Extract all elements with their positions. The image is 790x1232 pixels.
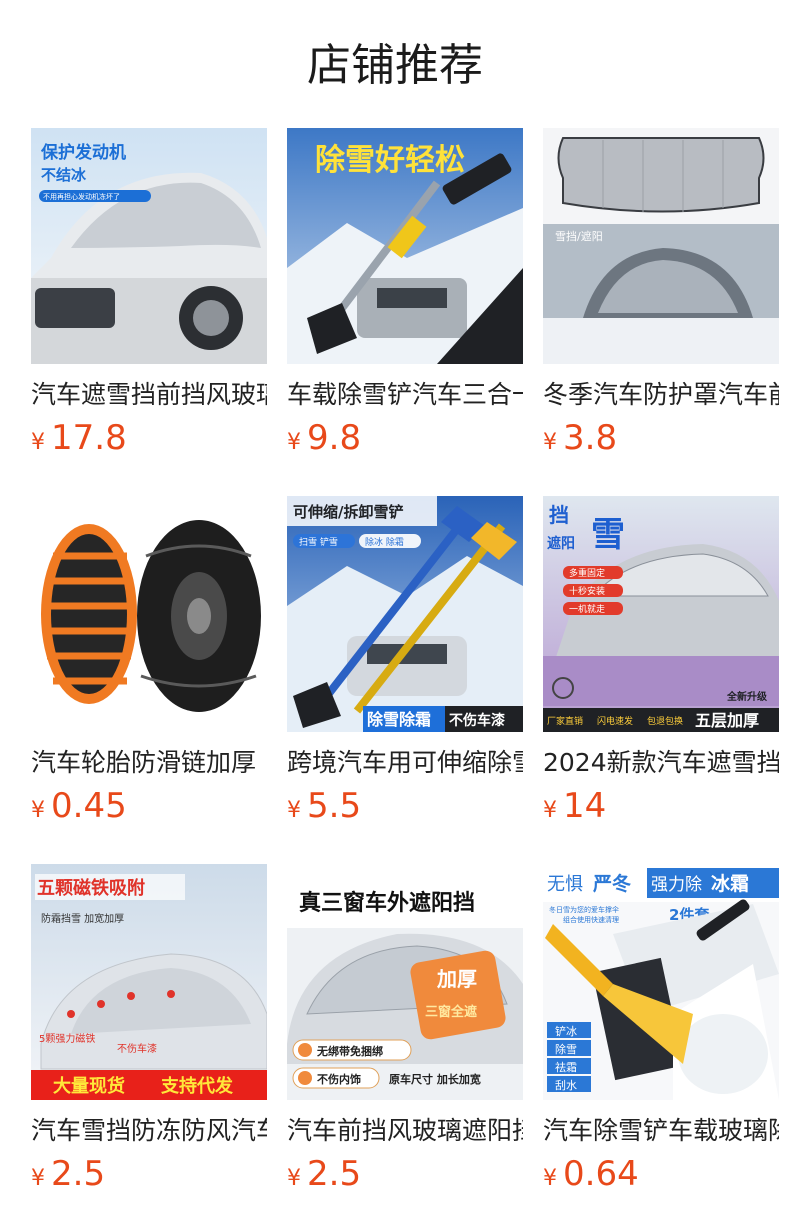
image-text: 不结冰 (41, 166, 87, 184)
product-card[interactable]: 可伸缩/拆卸雪铲 扫雪 铲雪 除冰 除霜 除雪除霜 不伤车漆 跨境汽车用可伸缩除… (287, 496, 523, 826)
image-text: 刮水 (555, 1078, 577, 1092)
image-text: 雪 (591, 515, 625, 555)
image-text: 支持代发 (160, 1075, 234, 1097)
product-name[interactable]: 汽车前挡风玻璃遮阳挡 (287, 1114, 523, 1148)
price-value: 0.45 (51, 786, 127, 826)
price-value: 2.5 (307, 1154, 362, 1194)
image-text: 祛霜 (555, 1060, 577, 1074)
image-text: 不用再担心发动机冻坏了 (43, 192, 120, 201)
price-value: 2.5 (51, 1154, 106, 1194)
product-image[interactable]: 可伸缩/拆卸雪铲 扫雪 铲雪 除冰 除霜 除雪除霜 不伤车漆 (287, 496, 523, 732)
product-image[interactable]: 除雪好轻松 (287, 128, 523, 364)
image-text: 全新升级 (726, 690, 768, 703)
image-text: 组合使用快速清理 (563, 915, 619, 924)
image-text: 冬日雪为您的爱车撑伞 (549, 905, 619, 914)
product-image[interactable]: 真三窗车外遮阳挡 加厚 三窗全遮 无绑带免捆绑 不伤内饰 原车尺寸 加长加宽 (287, 864, 523, 1100)
image-text: 不伤车漆 (117, 1042, 157, 1055)
price-value: 14 (563, 786, 607, 826)
image-text: 一机就走 (569, 603, 605, 615)
currency-symbol: ¥ (287, 430, 301, 455)
currency-symbol: ¥ (287, 1166, 301, 1191)
page-title: 店铺推荐 (307, 40, 483, 91)
price-value: 9.8 (307, 418, 362, 458)
image-text: 冰霜 (711, 872, 749, 895)
image-text: 除雪好轻松 (315, 143, 465, 178)
product-name[interactable]: 跨境汽车用可伸缩除雪 (287, 746, 523, 780)
image-text: 可伸缩/拆卸雪铲 (293, 503, 403, 521)
price-value: 0.64 (563, 1154, 639, 1194)
image-text: 扫雪 铲雪 (299, 536, 338, 548)
product-card[interactable]: 无惧 严冬 强力除 冰霜 2件套 冬日雪为您的爱车撑伞 组合使用快速清理 铲冰 … (543, 864, 779, 1194)
image-text: 多重固定 (569, 567, 605, 579)
product-name[interactable]: 汽车轮胎防滑链加厚 (31, 746, 267, 780)
price-value: 3.8 (563, 418, 618, 458)
image-text: 加厚 (436, 967, 477, 991)
image-text: 挡 (549, 503, 569, 527)
image-text: 闪电速发 (597, 715, 633, 727)
product-image[interactable]: 五颗磁铁吸附 防霜挡雪 加宽加厚 5颗强力磁铁 不伤车漆 大量现货 支持代发 (31, 864, 267, 1100)
product-price: ¥5.5 (287, 784, 361, 828)
product-card[interactable]: 保护发动机 不结冰 不用再担心发动机冻坏了 汽车遮雪挡前挡风玻璃 ¥17.8 (31, 128, 267, 458)
image-text: 五层加厚 (695, 711, 759, 730)
product-image[interactable] (31, 496, 267, 732)
image-text: 不伤车漆 (449, 712, 505, 729)
product-card[interactable]: 汽车轮胎防滑链加厚 ¥0.45 (31, 496, 267, 826)
product-grid: 保护发动机 不结冰 不用再担心发动机冻坏了 汽车遮雪挡前挡风玻璃 ¥17.8 除… (31, 128, 781, 1218)
product-card[interactable]: 挡 遮阳 雪 多重固定 十秒安装 一机就走 全新升级 厂家直销 闪电速发 包退包… (543, 496, 779, 826)
image-text: 除雪除霜 (367, 710, 431, 729)
image-text: 十秒安装 (569, 585, 605, 597)
image-text: 强力除 (651, 875, 702, 895)
product-price: ¥2.5 (31, 1152, 105, 1196)
product-price: ¥2.5 (287, 1152, 361, 1196)
image-text: 防霜挡雪 加宽加厚 (41, 912, 124, 925)
product-card[interactable]: 雪挡/遮阳 冬季汽车防护罩汽车前 ¥3.8 (543, 128, 779, 458)
product-price: ¥9.8 (287, 416, 361, 460)
image-text: 厂家直销 (547, 715, 583, 727)
image-text: 除冰 除霜 (365, 536, 404, 548)
product-price: ¥17.8 (31, 416, 127, 460)
currency-symbol: ¥ (287, 798, 301, 823)
image-text: 无绑带免捆绑 (316, 1044, 383, 1058)
image-text: 无惧 (547, 874, 583, 895)
product-name[interactable]: 汽车雪挡防冻防风汽车 (31, 1114, 267, 1148)
image-text: 三窗全遮 (425, 1004, 477, 1020)
product-price: ¥3.8 (543, 416, 617, 460)
product-name[interactable]: 冬季汽车防护罩汽车前 (543, 378, 779, 412)
image-text: 严冬 (593, 872, 631, 895)
product-price: ¥0.64 (543, 1152, 639, 1196)
image-text: 大量现货 (53, 1075, 125, 1097)
product-price: ¥0.45 (31, 784, 127, 828)
image-text: 不伤内饰 (317, 1072, 361, 1086)
currency-symbol: ¥ (543, 430, 557, 455)
image-text: 除雪 (555, 1042, 577, 1056)
currency-symbol: ¥ (543, 1166, 557, 1191)
product-card[interactable]: 真三窗车外遮阳挡 加厚 三窗全遮 无绑带免捆绑 不伤内饰 原车尺寸 加长加宽 汽… (287, 864, 523, 1194)
image-text: 真三窗车外遮阳挡 (299, 890, 475, 916)
product-name[interactable]: 2024新款汽车遮雪挡 (543, 746, 779, 780)
product-image[interactable]: 挡 遮阳 雪 多重固定 十秒安装 一机就走 全新升级 厂家直销 闪电速发 包退包… (543, 496, 779, 732)
product-card[interactable]: 除雪好轻松 车载除雪铲汽车三合一 ¥9.8 (287, 128, 523, 458)
image-text: 保护发动机 (40, 142, 126, 163)
currency-symbol: ¥ (31, 798, 45, 823)
product-price: ¥14 (543, 784, 606, 828)
product-image[interactable]: 无惧 严冬 强力除 冰霜 2件套 冬日雪为您的爱车撑伞 组合使用快速清理 铲冰 … (543, 864, 779, 1100)
image-text: 5颗强力磁铁 (39, 1032, 95, 1045)
product-name[interactable]: 汽车除雪铲车载玻璃除 (543, 1114, 779, 1148)
image-text: 包退包换 (647, 715, 683, 727)
image-text: 原车尺寸 加长加宽 (389, 1072, 481, 1086)
image-text: 雪挡/遮阳 (555, 229, 603, 243)
image-text: 铲冰 (555, 1024, 577, 1038)
currency-symbol: ¥ (31, 430, 45, 455)
product-image[interactable]: 雪挡/遮阳 (543, 128, 779, 364)
currency-symbol: ¥ (543, 798, 557, 823)
image-text: 遮阳 (547, 535, 575, 552)
price-value: 5.5 (307, 786, 362, 826)
product-image[interactable]: 保护发动机 不结冰 不用再担心发动机冻坏了 (31, 128, 267, 364)
price-value: 17.8 (51, 418, 127, 458)
product-name[interactable]: 汽车遮雪挡前挡风玻璃 (31, 378, 267, 412)
product-name[interactable]: 车载除雪铲汽车三合一 (287, 378, 523, 412)
currency-symbol: ¥ (31, 1166, 45, 1191)
product-card[interactable]: 五颗磁铁吸附 防霜挡雪 加宽加厚 5颗强力磁铁 不伤车漆 大量现货 支持代发 汽… (31, 864, 267, 1194)
image-text: 五颗磁铁吸附 (37, 877, 145, 899)
